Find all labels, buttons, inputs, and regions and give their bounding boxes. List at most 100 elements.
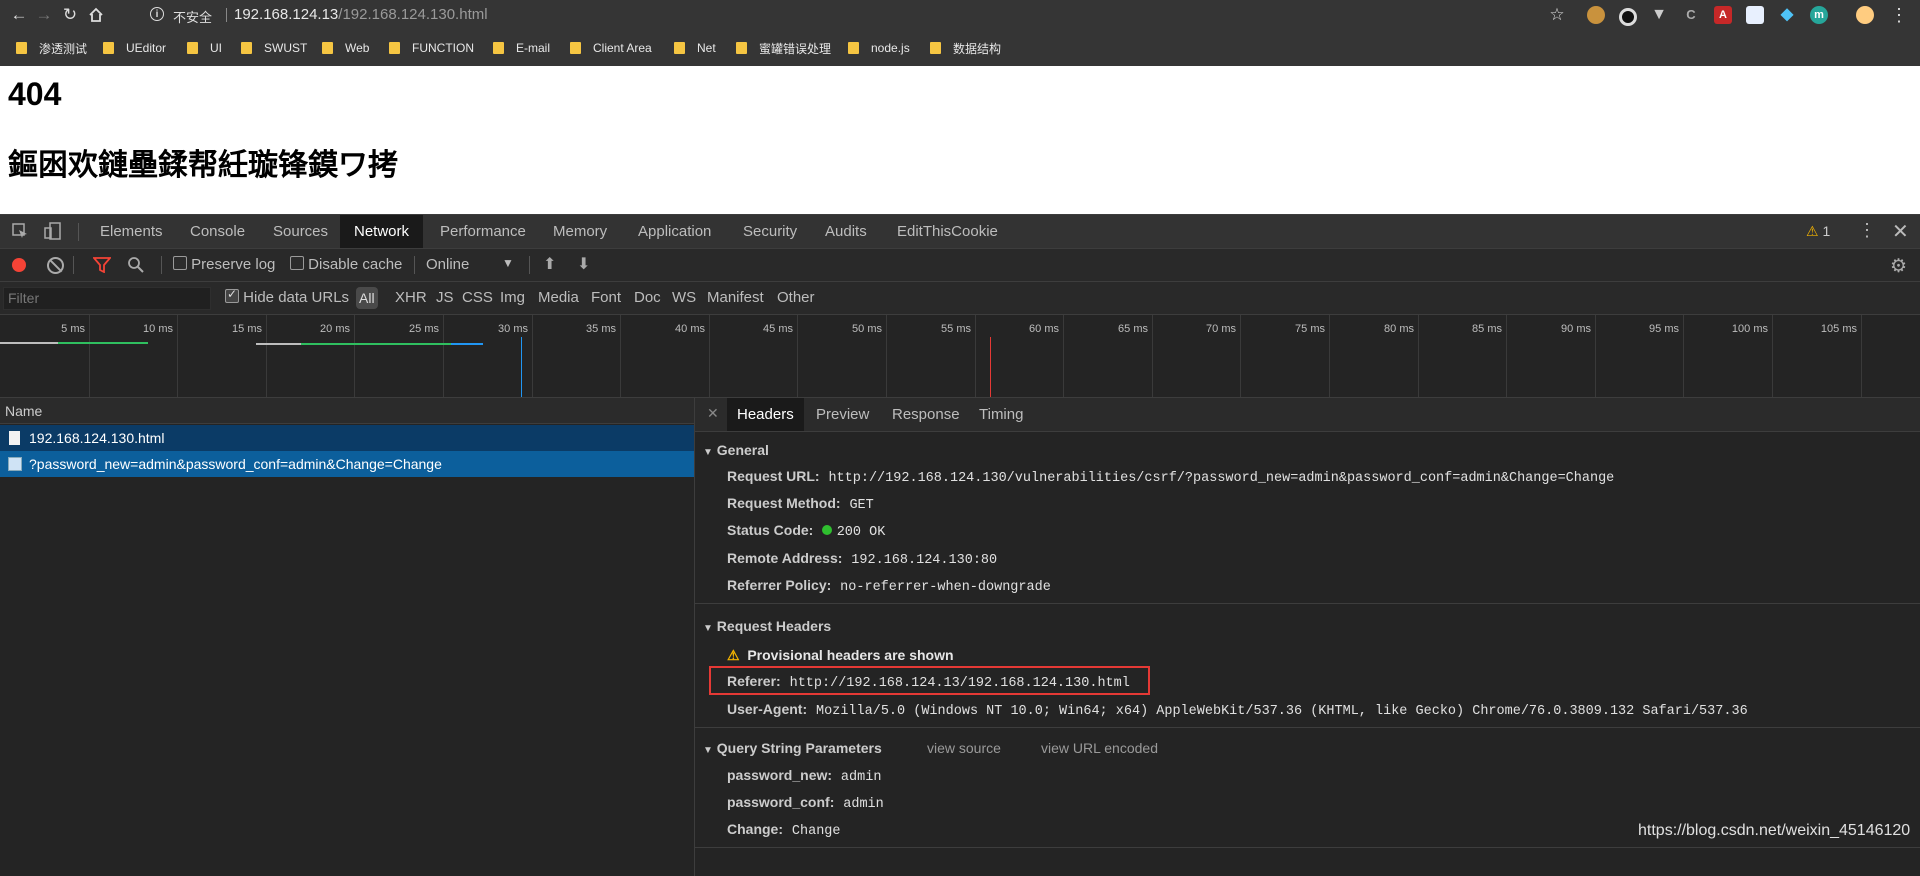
image-file-icon <box>8 457 22 471</box>
bookmark-item[interactable]: E-mail <box>493 39 550 57</box>
record-icon[interactable] <box>12 258 26 272</box>
timeline-overview[interactable]: 5 ms 10 ms 15 ms 20 ms 25 ms 30 ms 35 ms 40 ms 4… <box>0 315 1920 398</box>
reload-icon[interactable]: ↻ <box>59 4 81 26</box>
type-filter-img[interactable]: Img <box>500 289 525 306</box>
info-icon[interactable]: i <box>150 7 164 21</box>
tab-console[interactable]: Console <box>176 215 259 248</box>
view-source-link[interactable]: view source <box>927 740 1001 756</box>
checkbox-box <box>173 256 187 270</box>
tab-preview[interactable]: Preview <box>816 398 869 431</box>
type-filter-font[interactable]: Font <box>591 289 621 306</box>
m-extension-icon[interactable]: m <box>1810 6 1828 24</box>
tab-editthiscookie[interactable]: EditThisCookie <box>883 215 1012 248</box>
devtools-panel: Elements Console Sources Network Perform… <box>0 214 1920 876</box>
bookmark-item[interactable]: 数据结构 <box>930 39 1001 57</box>
hide-data-urls-checkbox[interactable]: ✓ Hide data URLs <box>225 287 350 306</box>
inspect-element-icon[interactable] <box>12 223 28 239</box>
bookmark-item[interactable]: UI <box>187 39 222 57</box>
pdf-extension-icon[interactable]: A <box>1714 6 1732 24</box>
type-filter-doc[interactable]: Doc <box>634 289 661 306</box>
type-filter-media[interactable]: Media <box>538 289 579 306</box>
record-extension-icon[interactable] <box>1619 8 1637 26</box>
bookmark-item[interactable]: 渗透测试 <box>16 39 87 57</box>
diamond-extension-icon[interactable]: ◆ <box>1778 6 1796 24</box>
vue-extension-icon[interactable]: ▼ <box>1650 6 1668 24</box>
type-filter-ws[interactable]: WS <box>672 289 696 306</box>
type-filter-manifest[interactable]: Manifest <box>707 289 764 306</box>
timeline-gridline <box>532 315 533 397</box>
view-url-encoded-link[interactable]: view URL encoded <box>1041 740 1158 756</box>
folder-icon <box>241 42 252 54</box>
bookmark-item[interactable]: UEditor <box>103 39 166 57</box>
hide-data-urls-label: Hide data URLs <box>243 289 350 306</box>
type-filter-other[interactable]: Other <box>777 289 815 306</box>
tab-timing[interactable]: Timing <box>979 398 1023 431</box>
bookmark-item[interactable]: Web <box>322 39 369 57</box>
devtools-menu-icon[interactable]: ⋮ <box>1858 220 1876 241</box>
request-name: ?password_new=admin&password_conf=admin&… <box>29 456 442 472</box>
back-icon[interactable]: ← <box>8 4 30 26</box>
warning-counter[interactable]: ⚠ 1 <box>1806 223 1830 240</box>
tab-audits[interactable]: Audits <box>811 215 881 248</box>
type-filter-xhr[interactable]: XHR <box>395 289 427 306</box>
tab-application[interactable]: Application <box>624 215 725 248</box>
bookmark-item[interactable]: SWUST <box>241 39 307 57</box>
extension-c-icon[interactable]: C <box>1682 6 1700 24</box>
tab-response[interactable]: Response <box>892 398 960 431</box>
close-details-icon[interactable]: ✕ <box>707 405 719 422</box>
timeline-gridline <box>1418 315 1419 397</box>
type-filter-all[interactable]: All <box>356 287 378 309</box>
forward-icon[interactable]: → <box>33 4 55 26</box>
bookmark-item[interactable]: FUNCTION <box>389 39 474 57</box>
general-section-header[interactable]: ▼ General <box>703 442 769 458</box>
cookie-extension-icon[interactable] <box>1587 6 1605 24</box>
tab-memory[interactable]: Memory <box>539 215 621 248</box>
bookmark-item[interactable]: 蜜罐错误处理 <box>736 39 831 57</box>
address-bar[interactable]: i 不安全 192.168.124.13/192.168.124.130.htm… <box>146 2 1561 28</box>
column-header-name[interactable]: Name <box>0 398 694 424</box>
header-row: Referer: http://192.168.124.13/192.168.1… <box>727 673 1130 691</box>
settings-gear-icon[interactable]: ⚙ <box>1890 255 1907 278</box>
header-key: Request URL: <box>727 468 820 484</box>
status-dot-icon <box>822 525 833 535</box>
device-toolbar-icon[interactable] <box>44 222 62 240</box>
throttling-select[interactable]: Online ▼ <box>426 256 516 273</box>
clear-icon[interactable] <box>47 257 64 274</box>
bookmark-item[interactable]: Net <box>674 39 716 57</box>
avatar[interactable] <box>1856 6 1874 24</box>
type-filter-js[interactable]: JS <box>436 289 454 306</box>
import-har-icon[interactable]: ⬆ <box>543 254 556 274</box>
triangle-down-icon: ▼ <box>703 447 713 458</box>
tab-headers[interactable]: Headers <box>727 398 804 431</box>
url-text[interactable]: 192.168.124.13/192.168.124.130.html <box>234 6 488 23</box>
insecure-label: 不安全 <box>173 10 213 25</box>
close-devtools-icon[interactable]: ✕ <box>1892 219 1909 244</box>
filter-input[interactable]: Filter <box>3 287 211 310</box>
translate-extension-icon[interactable] <box>1746 6 1764 24</box>
type-filter-css[interactable]: CSS <box>462 289 493 306</box>
home-icon[interactable] <box>85 4 107 26</box>
star-icon[interactable]: ☆ <box>1546 4 1568 26</box>
filter-icon[interactable] <box>92 257 112 277</box>
bookmark-item[interactable]: Client Area <box>570 39 652 57</box>
tab-network[interactable]: Network <box>340 215 424 248</box>
tab-elements[interactable]: Elements <box>86 215 177 248</box>
request-row[interactable]: 192.168.124.130.html <box>0 425 694 451</box>
export-har-icon[interactable]: ⬇ <box>577 254 590 274</box>
menu-icon[interactable]: ⋮ <box>1888 4 1910 26</box>
query-section-header[interactable]: ▼ Query String Parameters <box>703 740 882 756</box>
preserve-log-checkbox[interactable]: Preserve log <box>173 256 275 273</box>
bookmark-item[interactable]: node.js <box>848 39 910 57</box>
request-row-selected[interactable]: ?password_new=admin&password_conf=admin&… <box>0 451 694 477</box>
tab-performance[interactable]: Performance <box>426 215 540 248</box>
request-headers-section-header[interactable]: ▼ Request Headers <box>703 618 831 634</box>
section-title: Request Headers <box>716 618 832 634</box>
tab-sources[interactable]: Sources <box>259 215 342 248</box>
search-icon[interactable] <box>127 256 145 278</box>
tab-security[interactable]: Security <box>729 215 811 248</box>
folder-icon <box>389 42 400 54</box>
disable-cache-checkbox[interactable]: Disable cache <box>290 256 402 273</box>
timeline-bar <box>256 343 301 345</box>
details-tabbar: ✕ Headers Preview Response Timing <box>695 398 1920 432</box>
folder-icon <box>103 42 114 54</box>
